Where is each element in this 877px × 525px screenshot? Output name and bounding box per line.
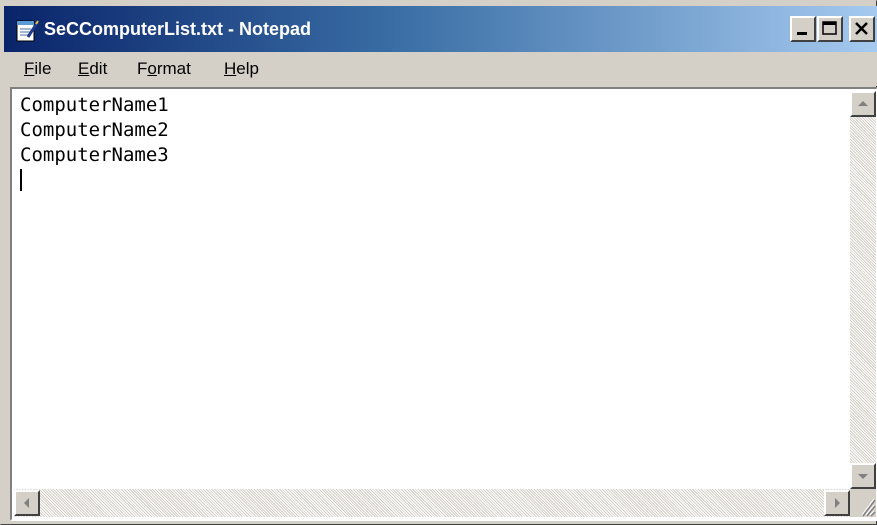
menu-file[interactable]: File bbox=[24, 58, 51, 80]
menu-format-mnemonic: o bbox=[147, 59, 157, 78]
size-grip[interactable] bbox=[850, 489, 876, 517]
arrow-right-icon bbox=[835, 498, 840, 508]
scroll-down-button[interactable] bbox=[850, 463, 876, 489]
minimize-button[interactable] bbox=[790, 16, 816, 42]
menu-file-mnemonic: F bbox=[24, 59, 35, 78]
arrow-down-icon bbox=[858, 474, 868, 479]
arrow-left-icon bbox=[24, 498, 29, 508]
menu-format-pre: F bbox=[137, 59, 148, 78]
menu-help-mnemonic: H bbox=[224, 59, 237, 78]
text-line-4 bbox=[20, 168, 842, 193]
text-line-2: ComputerName2 bbox=[20, 119, 169, 141]
scroll-up-button[interactable] bbox=[850, 91, 876, 117]
menu-file-rest: ile bbox=[34, 59, 52, 78]
arrow-up-icon bbox=[858, 101, 868, 106]
text-editor[interactable]: ComputerName1 ComputerName2 ComputerName… bbox=[14, 91, 842, 489]
notepad-icon[interactable] bbox=[14, 17, 40, 43]
menu-bar: File Edit Format Help bbox=[4, 52, 877, 86]
menu-help-rest: elp bbox=[236, 59, 259, 78]
text-caret bbox=[20, 169, 22, 191]
close-button[interactable] bbox=[849, 16, 875, 42]
maximize-button[interactable] bbox=[817, 16, 843, 42]
maximize-icon bbox=[822, 21, 837, 35]
minimize-icon bbox=[797, 32, 807, 35]
text-line-1: ComputerName1 bbox=[20, 94, 169, 116]
horizontal-scrollbar[interactable] bbox=[14, 489, 850, 517]
text-line-3: ComputerName3 bbox=[20, 144, 169, 166]
scroll-right-button[interactable] bbox=[824, 490, 850, 516]
scroll-left-button[interactable] bbox=[14, 490, 40, 516]
notepad-window: SeCComputerList.txt - Notepad File Edit … bbox=[0, 0, 877, 525]
menu-edit-rest: dit bbox=[89, 59, 108, 78]
menu-help[interactable]: Help bbox=[224, 58, 259, 80]
menu-format-rest: rmat bbox=[156, 59, 191, 78]
vertical-scrollbar[interactable] bbox=[850, 91, 876, 489]
menu-format[interactable]: Format bbox=[137, 58, 191, 80]
menu-edit[interactable]: Edit bbox=[78, 58, 107, 80]
window-title: SeCComputerList.txt - Notepad bbox=[44, 19, 312, 39]
editor-frame: ComputerName1 ComputerName2 ComputerName… bbox=[10, 87, 877, 521]
close-icon bbox=[855, 22, 868, 35]
size-grip-icon bbox=[861, 498, 876, 517]
title-bar[interactable]: SeCComputerList.txt - Notepad bbox=[4, 6, 877, 52]
menu-edit-mnemonic: E bbox=[78, 59, 90, 78]
